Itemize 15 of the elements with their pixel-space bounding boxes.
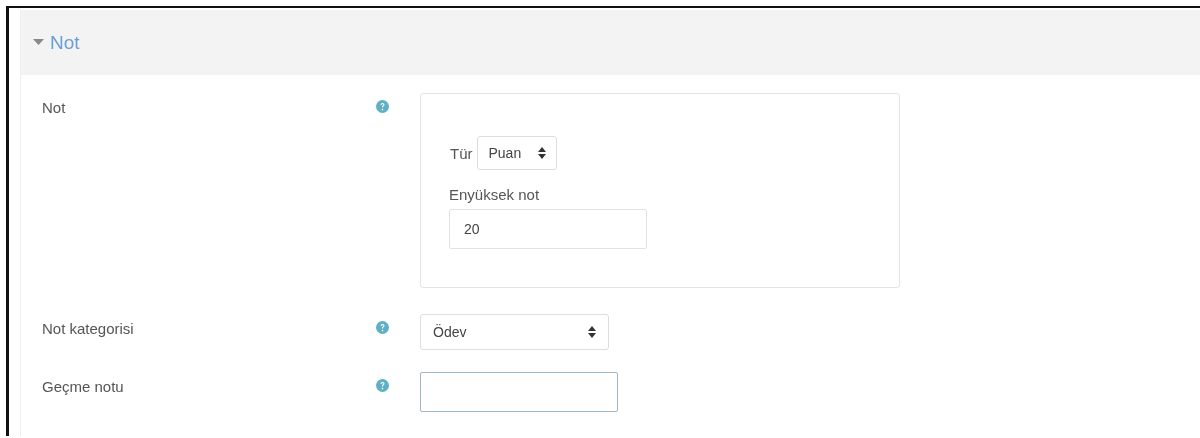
help-icon[interactable] (376, 321, 389, 334)
help-icon[interactable] (376, 379, 389, 392)
field-label: Enyüksek not (449, 186, 541, 203)
field-label: Not kategorisi (42, 319, 135, 339)
sort-arrows-icon (588, 326, 596, 338)
caret-icon[interactable] (33, 39, 44, 46)
input-field[interactable]: 20 (449, 209, 647, 249)
help-icon[interactable] (376, 100, 389, 113)
field-label: Tür (450, 144, 473, 162)
sort-arrows-icon (537, 147, 546, 159)
field-label: Geçme notu (42, 377, 125, 397)
category-select[interactable]: Ödev (420, 314, 609, 350)
input-field[interactable] (420, 372, 618, 412)
field-label: Not (42, 98, 67, 118)
type-select[interactable]: Puan (476, 136, 557, 170)
